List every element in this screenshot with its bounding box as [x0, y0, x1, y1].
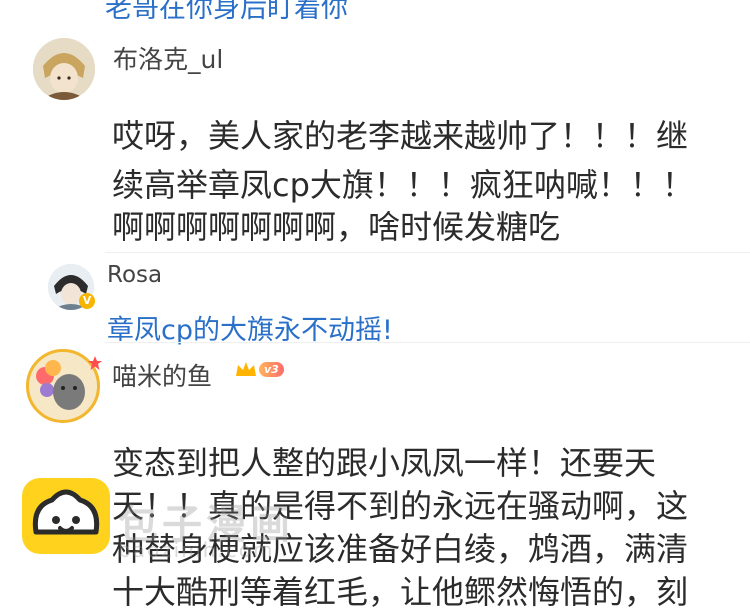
watermark-subtext: baozimh.com [118, 538, 275, 562]
level-label: v3 [259, 361, 284, 377]
watermark-logo-icon [22, 478, 110, 554]
verified-badge-icon: V [79, 293, 95, 309]
avatar[interactable] [33, 38, 95, 100]
username[interactable]: 喵米的鱼 [112, 357, 212, 393]
divider [105, 252, 750, 253]
reply-text-top: 老哥在你身后盯着你 [105, 0, 348, 24]
avatar-brock-icon [33, 38, 95, 100]
level-badge: v3 [235, 360, 284, 378]
star-icon [88, 355, 102, 370]
username[interactable]: Rosa [107, 262, 162, 288]
crown-icon [236, 362, 256, 376]
divider [105, 342, 750, 343]
comment-body-line: 十大酷刑等着红毛，让他鳏然悔悟的，刻 [112, 573, 689, 611]
comment-body-line: 啊啊啊啊啊啊啊，啥时候发糖吃 [112, 208, 561, 246]
comment-body-line: 变态到把人整的跟小凤凤一样！还要天 [112, 444, 657, 482]
avatar-miaomi-icon [29, 352, 97, 420]
comment-body-line: 续高举章凤cp大旗！！！疯狂呐喊！！！ [112, 166, 694, 204]
comment-body-line: 哎呀，美人家的老李越来越帅了！！！继 [112, 117, 689, 155]
username[interactable]: 布洛克_ul [113, 40, 223, 76]
